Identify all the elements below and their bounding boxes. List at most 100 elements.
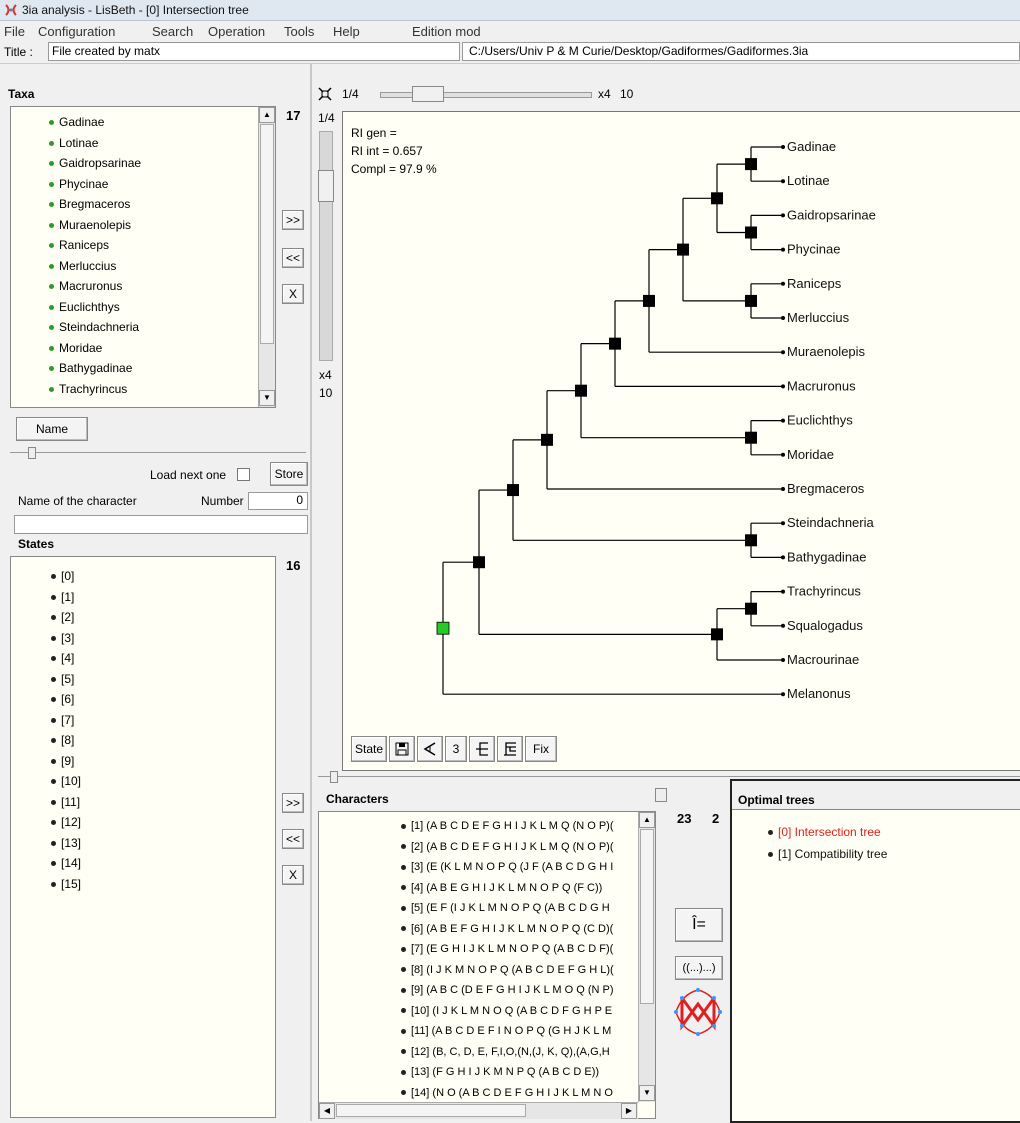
clear-taxa-button[interactable]: X	[282, 284, 304, 304]
vertical-zoom-slider[interactable]	[319, 131, 333, 361]
tree-taxon-label[interactable]: Squalogadus	[787, 618, 863, 633]
state-list-item[interactable]: [8]	[51, 733, 74, 747]
tree-taxon-label[interactable]: Macruronus	[787, 378, 856, 393]
state-list-item[interactable]: [7]	[51, 713, 74, 727]
optimal-tree-item-0[interactable]: [0] Intersection tree	[768, 825, 881, 839]
rectangular-tree-button[interactable]	[469, 736, 495, 762]
sort-button[interactable]: Î=	[675, 908, 723, 942]
remove-taxa-button[interactable]: <<	[282, 248, 304, 268]
internal-node[interactable]	[745, 534, 757, 547]
taxa-list-item[interactable]: Gaidropsarinae	[49, 156, 141, 170]
fix-button[interactable]: Fix	[525, 736, 557, 762]
character-list-item[interactable]: [1] (A B C D E F G H I J K L M Q (N O P)…	[401, 820, 614, 832]
internal-node[interactable]	[541, 433, 553, 446]
character-list-item[interactable]: [5] (E F (I J K L M N O P Q (A B C D G H	[401, 902, 610, 914]
tree-taxon-label[interactable]: Macrourinae	[787, 652, 859, 667]
load-next-checkbox[interactable]	[237, 468, 250, 481]
taxa-list-item[interactable]: Bregmaceros	[49, 197, 130, 211]
internal-node[interactable]	[609, 337, 621, 350]
menu-help[interactable]: Help	[333, 24, 360, 39]
taxa-list[interactable]: Gadinae Lotinae Gaidropsarinae Phycinae Breg…	[10, 106, 276, 408]
bottom-splitter[interactable]	[318, 776, 1020, 777]
chars-scroll-up-icon[interactable]: ▲	[639, 812, 655, 828]
taxa-list-item[interactable]: Gadinae	[49, 115, 104, 129]
chars-vscroll-thumb[interactable]	[640, 829, 654, 1004]
state-list-item[interactable]: [3]	[51, 631, 74, 645]
tree-taxon-label[interactable]: Trachyrincus	[787, 584, 861, 599]
state-list-item[interactable]: [0]	[51, 569, 74, 583]
menu-operation[interactable]: Operation	[208, 24, 265, 39]
state-list-item[interactable]: [1]	[51, 590, 74, 604]
internal-node[interactable]	[745, 158, 757, 171]
characters-splitter-handle[interactable]	[655, 788, 667, 802]
taxa-list-item[interactable]: Trachyrincus	[49, 382, 127, 396]
tree-taxon-label[interactable]: Lotinae	[787, 173, 830, 188]
internal-node[interactable]	[677, 243, 689, 256]
horizontal-zoom-thumb[interactable]	[412, 86, 444, 102]
menu-tools[interactable]: Tools	[284, 24, 314, 39]
character-list-item[interactable]: [6] (A B E F G H I J K L M N O P Q (C D)…	[401, 923, 613, 935]
tree-taxon-label[interactable]: Gadinae	[787, 139, 836, 154]
ladderize-button[interactable]	[497, 736, 523, 762]
state-list-item[interactable]: [12]	[51, 815, 81, 829]
name-button[interactable]: Name	[16, 417, 88, 441]
add-taxa-button[interactable]: >>	[282, 210, 304, 230]
collapse-button[interactable]	[417, 736, 443, 762]
internal-node[interactable]	[711, 628, 723, 641]
save-tree-button[interactable]	[389, 736, 415, 762]
chars-hscroll-thumb[interactable]	[336, 1104, 526, 1117]
store-button[interactable]: Store	[270, 462, 308, 486]
taxa-scroll-thumb[interactable]	[260, 124, 274, 344]
taxa-list-item[interactable]: Moridae	[49, 341, 102, 355]
chars-scroll-left-icon[interactable]: ◀	[319, 1103, 335, 1119]
character-name-input[interactable]	[14, 515, 308, 534]
chars-scroll-right-icon[interactable]: ▶	[621, 1103, 637, 1119]
character-list-item[interactable]: [13] (F G H I J K M N P Q (A B C D E))	[401, 1066, 599, 1078]
character-list-item[interactable]: [10] (I J K L M N O Q (A B C D F G H P E	[401, 1005, 612, 1017]
tree-taxon-label[interactable]: Moridae	[787, 447, 834, 462]
state-list-item[interactable]: [11]	[51, 795, 80, 809]
character-list-item[interactable]: [11] (A B C D E F I N O P Q (G H J K L M	[401, 1025, 611, 1037]
tree-taxon-label[interactable]: Raniceps	[787, 276, 842, 291]
tree-taxon-label[interactable]: Muraenolepis	[787, 344, 866, 359]
state-list-item[interactable]: [15]	[51, 877, 81, 891]
vertical-zoom-thumb[interactable]	[318, 170, 334, 202]
number-input[interactable]: 0	[248, 492, 308, 510]
tree-taxon-label[interactable]: Bregmaceros	[787, 481, 865, 496]
tree-canvas[interactable]: RI gen = RI int = 0.657 Compl = 97.9 % G…	[342, 111, 1020, 771]
internal-node[interactable]	[745, 431, 757, 444]
character-list-item[interactable]: [2] (A B C D E F G H I J K L M Q (N O P)…	[401, 841, 614, 853]
menu-edition-mod[interactable]: Edition mod	[412, 24, 481, 39]
internal-node[interactable]	[745, 602, 757, 615]
parenthesis-button[interactable]: ((...)...)	[675, 956, 723, 980]
character-list-item[interactable]: [8] (I J K M N O P Q (A B C D E F G H L)…	[401, 964, 614, 976]
state-list-item[interactable]: [13]	[51, 836, 81, 850]
level-button[interactable]: 3	[445, 736, 467, 762]
characters-list[interactable]: [1] (A B C D E F G H I J K L M Q (N O P)…	[318, 811, 656, 1119]
internal-node[interactable]	[745, 226, 757, 239]
left-splitter[interactable]	[10, 452, 306, 453]
characters-hscroll[interactable]: ◀ ▶	[319, 1102, 638, 1119]
left-splitter-handle[interactable]	[28, 447, 36, 459]
internal-node[interactable]	[575, 384, 587, 397]
menu-file[interactable]: File	[4, 24, 25, 39]
scroll-down-icon[interactable]: ▼	[259, 390, 275, 406]
menu-configuration[interactable]: Configuration	[38, 24, 115, 39]
taxa-scrollbar[interactable]: ▲ ▼	[258, 107, 275, 407]
remove-state-button[interactable]: <<	[282, 829, 304, 849]
characters-vscroll[interactable]: ▲ ▼	[638, 812, 655, 1102]
state-list-item[interactable]: [14]	[51, 856, 81, 870]
internal-node[interactable]	[711, 192, 723, 205]
character-list-item[interactable]: [7] (E G H I J K L M N O P Q (A B C D F)…	[401, 943, 613, 955]
title-input[interactable]: File created by matx	[48, 42, 460, 61]
character-list-item[interactable]: [4] (A B E G H I J K L M N O P Q (F C))	[401, 882, 602, 894]
states-list[interactable]: [0] [1] [2] [3] [4] [5] [6] [7] [8] [9] [10] [11] [1…	[10, 556, 276, 1118]
character-list-item[interactable]: [12] (B, C, D, E, F,I,O,(N,(J, K, Q),(A,…	[401, 1046, 610, 1058]
internal-node[interactable]	[643, 294, 655, 307]
root-node[interactable]	[436, 621, 450, 635]
chars-scroll-down-icon[interactable]: ▼	[639, 1085, 655, 1101]
menu-search[interactable]: Search	[152, 24, 193, 39]
tree-taxon-label[interactable]: Gaidropsarinae	[787, 207, 876, 222]
state-list-item[interactable]: [5]	[51, 672, 74, 686]
taxa-list-item[interactable]: Lotinae	[49, 136, 98, 150]
